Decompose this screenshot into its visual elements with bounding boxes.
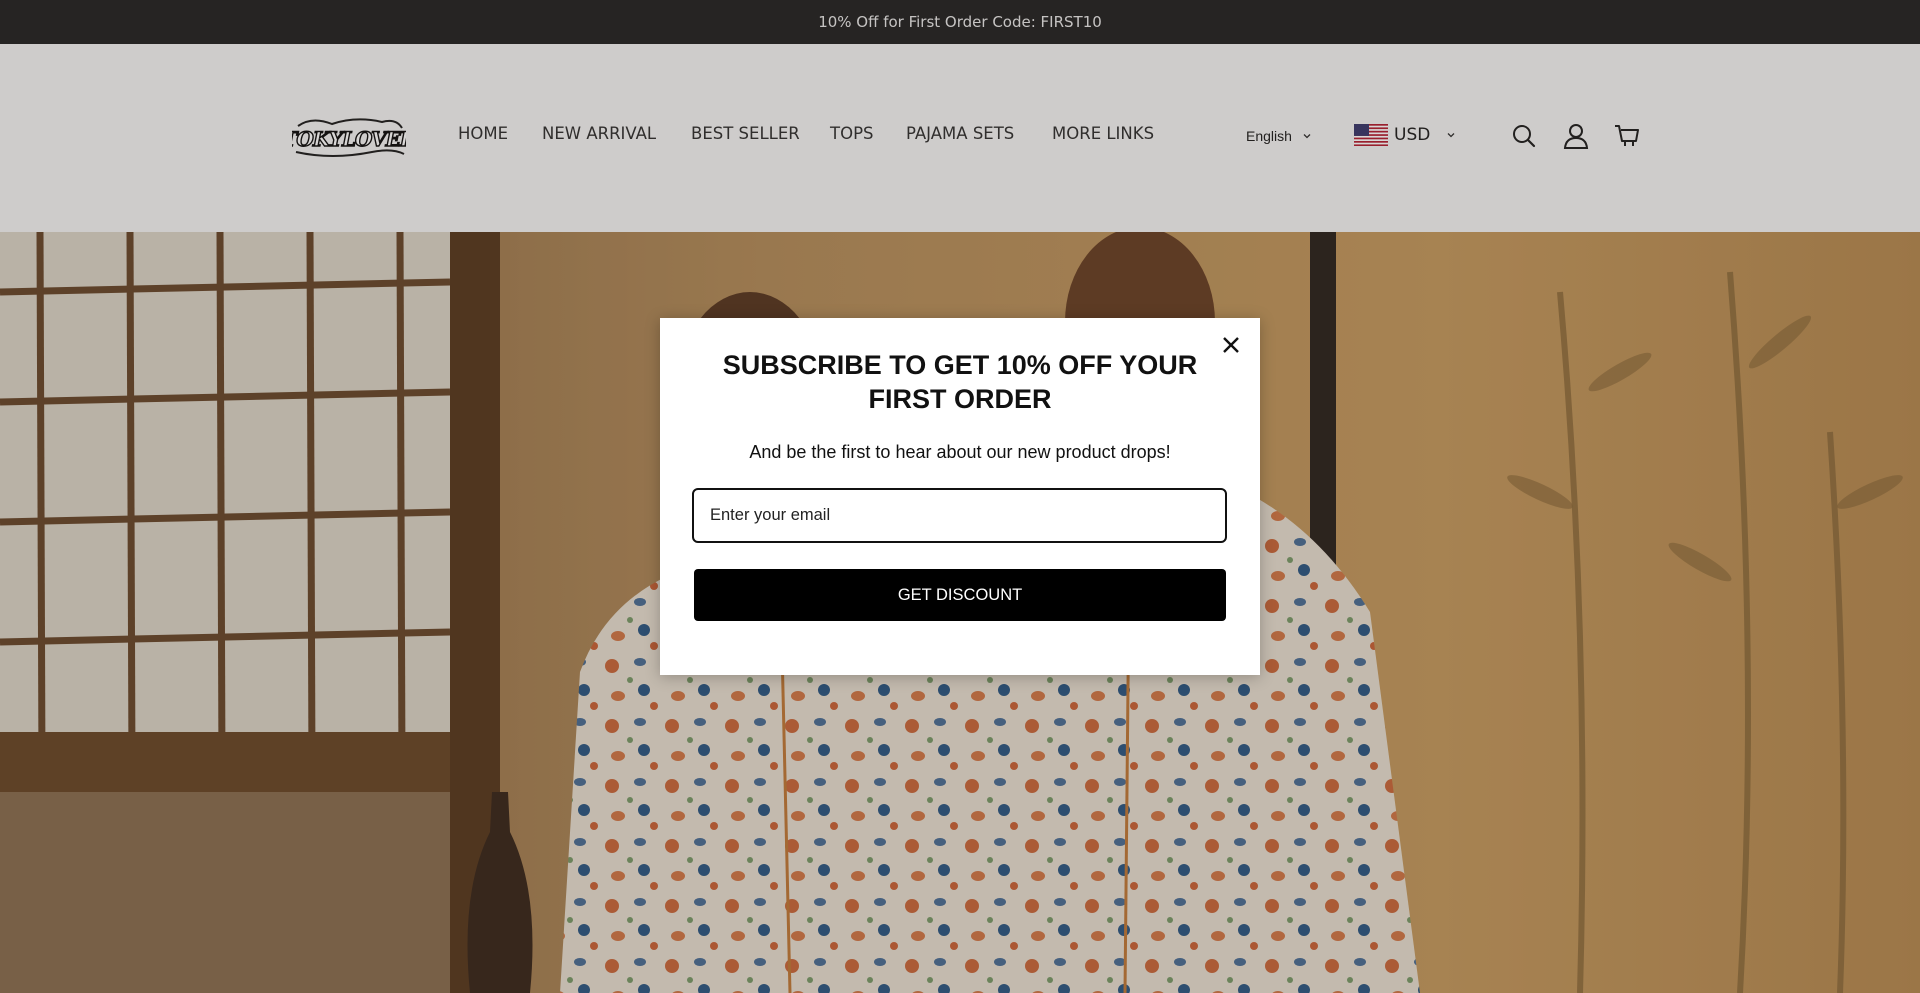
language-label: English	[1246, 128, 1292, 144]
nav-item-tops[interactable]: TOPS	[830, 124, 874, 143]
language-selector[interactable]: English	[1246, 128, 1312, 144]
chevron-down-icon	[1447, 133, 1455, 138]
email-field[interactable]	[692, 488, 1227, 543]
brand-logo[interactable]: TOKYLOVER	[282, 114, 418, 160]
nav-item-best-seller[interactable]: BEST SELLER	[691, 124, 800, 143]
us-flag-icon	[1354, 124, 1388, 146]
cart-icon[interactable]	[1613, 122, 1641, 150]
popup-subtitle: And be the first to hear about our new p…	[749, 442, 1171, 462]
svg-text:TOKYLOVER: TOKYLOVER	[292, 127, 406, 151]
announcement-text: 10% Off for First Order Code: FIRST10	[818, 13, 1102, 31]
subscribe-popup: SUBSCRIBE TO GET 10% OFF YOUR FIRST ORDE…	[660, 318, 1260, 675]
nav-item-new-arrival[interactable]: NEW ARRIVAL	[542, 124, 656, 143]
get-discount-button[interactable]: GET DISCOUNT	[694, 569, 1226, 621]
announcement-bar: 10% Off for First Order Code: FIRST10	[0, 0, 1920, 44]
nav-item-more-links[interactable]: MORE LINKS	[1052, 124, 1154, 143]
search-icon[interactable]	[1510, 122, 1538, 150]
site-header: TOKYLOVER HOME NEW ARRIVAL BEST SELLER T…	[0, 44, 1920, 232]
nav-item-pajama-sets[interactable]: PAJAMA SETS	[906, 124, 1014, 143]
logo-wordmark: TOKYLOVER	[282, 118, 418, 157]
currency-selector[interactable]: USD	[1354, 124, 1456, 146]
popup-title: SUBSCRIBE TO GET 10% OFF YOUR FIRST ORDE…	[722, 350, 1198, 414]
currency-label: USD	[1394, 125, 1431, 145]
close-icon[interactable]	[1216, 330, 1246, 360]
nav-item-home[interactable]: HOME	[458, 124, 508, 143]
chevron-down-icon	[1303, 134, 1311, 139]
account-icon[interactable]	[1562, 122, 1590, 150]
